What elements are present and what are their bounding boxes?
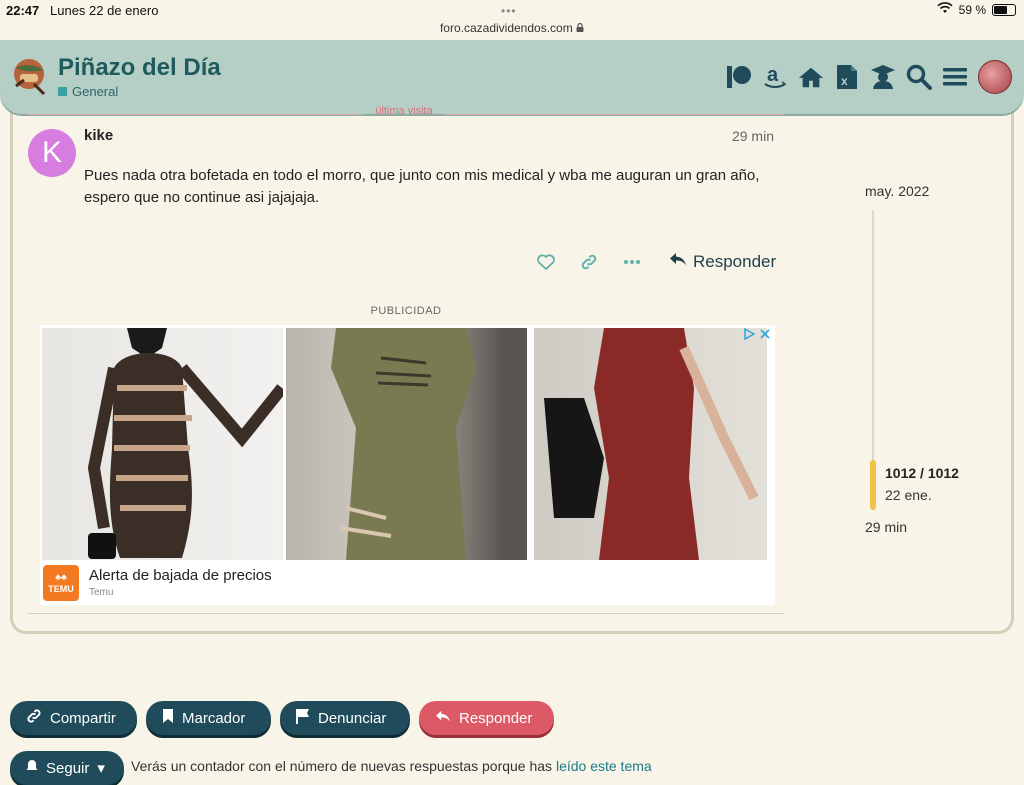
post-username[interactable]: kike bbox=[84, 127, 113, 144]
clock: 22:47 bbox=[6, 3, 40, 18]
bookmark-label: Marcador bbox=[182, 709, 246, 727]
adchoices-icon[interactable] bbox=[743, 327, 756, 345]
post-body: Pues nada otra bofetada en todo el morro… bbox=[84, 167, 760, 206]
category-label: General bbox=[72, 84, 119, 99]
user-avatar[interactable] bbox=[978, 60, 1012, 94]
ad-label: PUBLICIDAD bbox=[370, 305, 442, 317]
post-divider bbox=[28, 613, 784, 614]
menu-icon[interactable] bbox=[942, 64, 968, 90]
patreon-icon[interactable] bbox=[726, 64, 752, 90]
search-icon[interactable] bbox=[906, 64, 932, 90]
page-title[interactable]: Piñazo del Día bbox=[58, 54, 221, 82]
bell-icon bbox=[26, 759, 38, 777]
avatar[interactable]: K bbox=[28, 129, 76, 177]
battery-icon bbox=[992, 3, 1016, 16]
flag-icon bbox=[296, 708, 310, 728]
chevron-down-icon: ▾ bbox=[97, 760, 105, 777]
like-heart-icon[interactable] bbox=[536, 252, 556, 272]
bookmark-icon bbox=[162, 708, 174, 728]
temu-logo[interactable]: ♣♣ TEMU bbox=[43, 565, 79, 601]
multitask-dots-icon[interactable]: ••• bbox=[501, 4, 517, 18]
excel-file-icon[interactable]: x bbox=[834, 64, 860, 90]
date: Lunes 22 de enero bbox=[50, 3, 159, 18]
timeline-current-date: 22 ene. bbox=[885, 487, 932, 503]
notice-text: Verás un contador con el número de nueva… bbox=[131, 758, 556, 774]
timeline-start-date[interactable]: may. 2022 bbox=[865, 183, 929, 199]
flag-button[interactable]: Denunciar bbox=[280, 701, 410, 735]
address-bar[interactable]: foro.cazadividendos.com bbox=[0, 21, 1024, 35]
bookmark-button[interactable]: Marcador bbox=[146, 701, 271, 735]
reply-icon bbox=[435, 710, 451, 727]
timeline-end-date[interactable]: 29 min bbox=[865, 519, 907, 535]
lock-icon bbox=[576, 21, 584, 35]
site-logo-icon[interactable] bbox=[10, 54, 50, 96]
ad-advertiser: Temu bbox=[89, 587, 114, 598]
wifi-icon bbox=[937, 2, 953, 17]
copy-link-icon[interactable] bbox=[579, 252, 599, 272]
battery-percent: 59 % bbox=[958, 2, 986, 17]
svg-text:a: a bbox=[767, 64, 779, 86]
category-link[interactable]: General bbox=[58, 84, 118, 99]
last-visit-divider-left bbox=[28, 114, 362, 115]
reply-label: Responder bbox=[693, 252, 777, 271]
category-color-badge bbox=[58, 87, 67, 96]
tracking-notice: Verás un contador con el número de nueva… bbox=[131, 758, 652, 774]
post-actions: Responder bbox=[536, 252, 776, 272]
post-reply-button[interactable]: Responder bbox=[669, 252, 776, 272]
status-right: 59 % bbox=[937, 2, 1016, 17]
ad-image-3[interactable] bbox=[534, 328, 767, 560]
home-icon[interactable] bbox=[798, 64, 824, 90]
url-text: foro.cazadividendos.com bbox=[439, 21, 573, 35]
temu-logo-icon: ♣♣ bbox=[55, 572, 67, 582]
follow-label: Seguir bbox=[46, 759, 90, 777]
reply-arrow-icon bbox=[669, 252, 687, 272]
last-visit-label: última visita bbox=[375, 106, 433, 116]
header-icons: a x bbox=[726, 60, 1012, 94]
notice-link[interactable]: leído este tema bbox=[556, 758, 652, 774]
site-header: Piñazo del Día General a x bbox=[0, 40, 1024, 114]
reply-button-label: Responder bbox=[459, 709, 533, 727]
post-time[interactable]: 29 min bbox=[690, 128, 774, 144]
temu-logo-text: TEMU bbox=[48, 584, 74, 594]
ad-banner[interactable]: ♣♣ TEMU Alerta de bajada de precios Temu bbox=[40, 325, 775, 605]
close-icon[interactable] bbox=[759, 327, 771, 345]
share-button[interactable]: Compartir bbox=[10, 701, 137, 735]
reply-button[interactable]: Responder bbox=[419, 701, 554, 735]
flag-label: Denunciar bbox=[318, 709, 387, 727]
more-options-icon[interactable] bbox=[622, 252, 642, 272]
status-bar: 22:47 Lunes 22 de enero ••• foro.cazadiv… bbox=[0, 0, 1024, 40]
last-visit-divider-right bbox=[446, 114, 784, 115]
graduation-user-icon[interactable] bbox=[870, 64, 896, 90]
ad-image-1[interactable] bbox=[42, 328, 287, 560]
timeline-handle[interactable] bbox=[870, 460, 876, 510]
ad-title[interactable]: Alerta de bajada de precios bbox=[89, 567, 272, 584]
ad-image-2[interactable] bbox=[286, 328, 527, 560]
link-icon bbox=[26, 708, 42, 728]
follow-button[interactable]: Seguir ▾ bbox=[10, 751, 124, 785]
timeline-position: 1012 / 1012 bbox=[885, 465, 959, 481]
svg-text:x: x bbox=[841, 74, 848, 88]
ad-controls bbox=[743, 327, 771, 345]
share-label: Compartir bbox=[50, 709, 116, 727]
amazon-icon[interactable]: a bbox=[762, 64, 788, 90]
